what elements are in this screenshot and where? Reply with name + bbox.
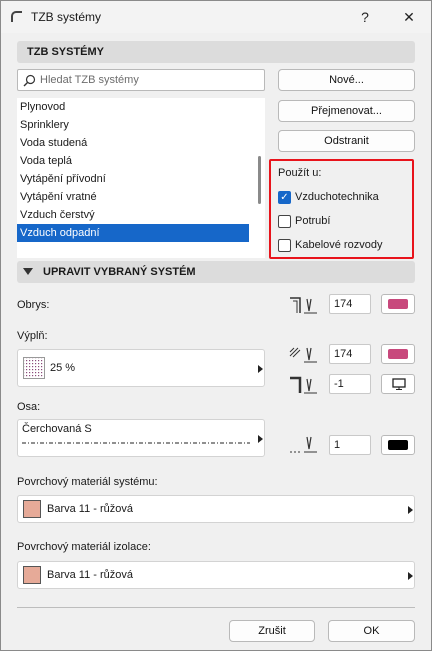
- section-header-edit: UPRAVIT VYBRANÝ SYSTÉM: [17, 261, 415, 283]
- outline-pen-icon: [290, 297, 317, 314]
- list-item[interactable]: Voda studená: [17, 134, 249, 152]
- dialog-window: TZB systémy ? ✕ TZB SYSTÉMY Hledat TZB s…: [0, 0, 432, 651]
- section-header-systems: TZB SYSTÉMY: [17, 41, 415, 63]
- axis-pen-icon: [290, 436, 317, 453]
- background-pen-icon: [290, 376, 317, 394]
- help-button[interactable]: ?: [354, 7, 376, 27]
- fill-pen-field[interactable]: 174: [329, 344, 371, 364]
- chevron-right-icon: [258, 435, 263, 443]
- rename-button[interactable]: Přejmenovat...: [278, 100, 415, 122]
- used-in-title: Použít u:: [278, 167, 322, 179]
- used-in-panel: Použít u: ✓ Vzduchotechnika Potrubí Kabe…: [269, 159, 414, 259]
- surface-system-value: Barva 11 - růžová: [47, 503, 134, 515]
- fill-pattern-icon: [23, 357, 45, 379]
- material-swatch: [23, 566, 41, 584]
- surface-system-label: Povrchový materiál systému:: [17, 476, 158, 488]
- list-item[interactable]: Plynovod: [17, 98, 249, 116]
- cancel-button[interactable]: Zrušit: [229, 620, 315, 642]
- list-scrollbar[interactable]: [258, 156, 261, 204]
- window-title: TZB systémy: [31, 10, 102, 24]
- fill-label: Výplň:: [17, 330, 48, 342]
- chevron-right-icon: [258, 365, 263, 373]
- app-icon: [11, 11, 22, 22]
- systems-list[interactable]: Plynovod Sprinklery Voda studená Voda te…: [17, 98, 265, 258]
- outline-pen-field[interactable]: 174: [329, 294, 371, 314]
- list-item[interactable]: Vytápění přívodní: [17, 170, 249, 188]
- title-bar: TZB systémy ? ✕: [1, 1, 431, 33]
- new-button[interactable]: Nové...: [278, 69, 415, 91]
- axis-value: Čerchovaná S: [22, 423, 92, 435]
- ok-button[interactable]: OK: [328, 620, 415, 642]
- close-button[interactable]: ✕: [398, 7, 420, 27]
- axis-pen-field[interactable]: 1: [329, 435, 371, 455]
- search-icon: [23, 74, 36, 87]
- section-title: UPRAVIT VYBRANÝ SYSTÉM: [43, 266, 196, 278]
- color-swatch: [388, 440, 408, 450]
- checkbox-vzduchotechnika[interactable]: ✓: [278, 191, 291, 204]
- delete-button[interactable]: Odstranit: [278, 130, 415, 152]
- outline-label: Obrys:: [17, 299, 50, 311]
- collapse-triangle-icon[interactable]: [23, 268, 33, 276]
- color-swatch: [388, 349, 408, 359]
- monitor-button[interactable]: [381, 374, 415, 394]
- color-swatch: [388, 299, 408, 309]
- search-placeholder: Hledat TZB systémy: [40, 74, 139, 86]
- chevron-right-icon: [408, 572, 413, 580]
- chevron-right-icon: [408, 506, 413, 514]
- axis-color-button[interactable]: [381, 435, 415, 455]
- fill-color-button[interactable]: [381, 344, 415, 364]
- footer-divider: [17, 607, 415, 608]
- fill-popup[interactable]: 25 %: [17, 349, 265, 387]
- checkbox-label: Potrubí: [295, 215, 331, 227]
- dash-dot-line-icon: [22, 442, 250, 444]
- monitor-icon: [392, 378, 406, 390]
- fill-pen-icon: [289, 347, 317, 363]
- fill-value: 25 %: [50, 362, 76, 374]
- list-item-selected[interactable]: Vzduch odpadní: [17, 224, 249, 242]
- surface-system-popup[interactable]: Barva 11 - růžová: [17, 495, 415, 523]
- checkbox-label: Kabelové rozvody: [295, 239, 383, 251]
- list-item[interactable]: Voda teplá: [17, 152, 249, 170]
- list-item[interactable]: Vytápění vratné: [17, 188, 249, 206]
- outline-color-button[interactable]: [381, 294, 415, 314]
- search-input[interactable]: Hledat TZB systémy: [17, 69, 265, 91]
- surface-insulation-value: Barva 11 - růžová: [47, 569, 134, 581]
- list-item[interactable]: Sprinklery: [17, 116, 249, 134]
- surface-insulation-label: Povrchový materiál izolace:: [17, 541, 151, 553]
- axis-popup[interactable]: Čerchovaná S: [17, 419, 265, 457]
- surface-insulation-popup[interactable]: Barva 11 - růžová: [17, 561, 415, 589]
- checkbox-label: Vzduchotechnika: [295, 191, 379, 203]
- axis-label: Osa:: [17, 401, 41, 413]
- background-pen-field[interactable]: -1: [329, 374, 371, 394]
- list-item[interactable]: Vzduch čerstvý: [17, 206, 249, 224]
- material-swatch: [23, 500, 41, 518]
- checkbox-kabelove-rozvody[interactable]: [278, 239, 291, 252]
- checkbox-potrubi[interactable]: [278, 215, 291, 228]
